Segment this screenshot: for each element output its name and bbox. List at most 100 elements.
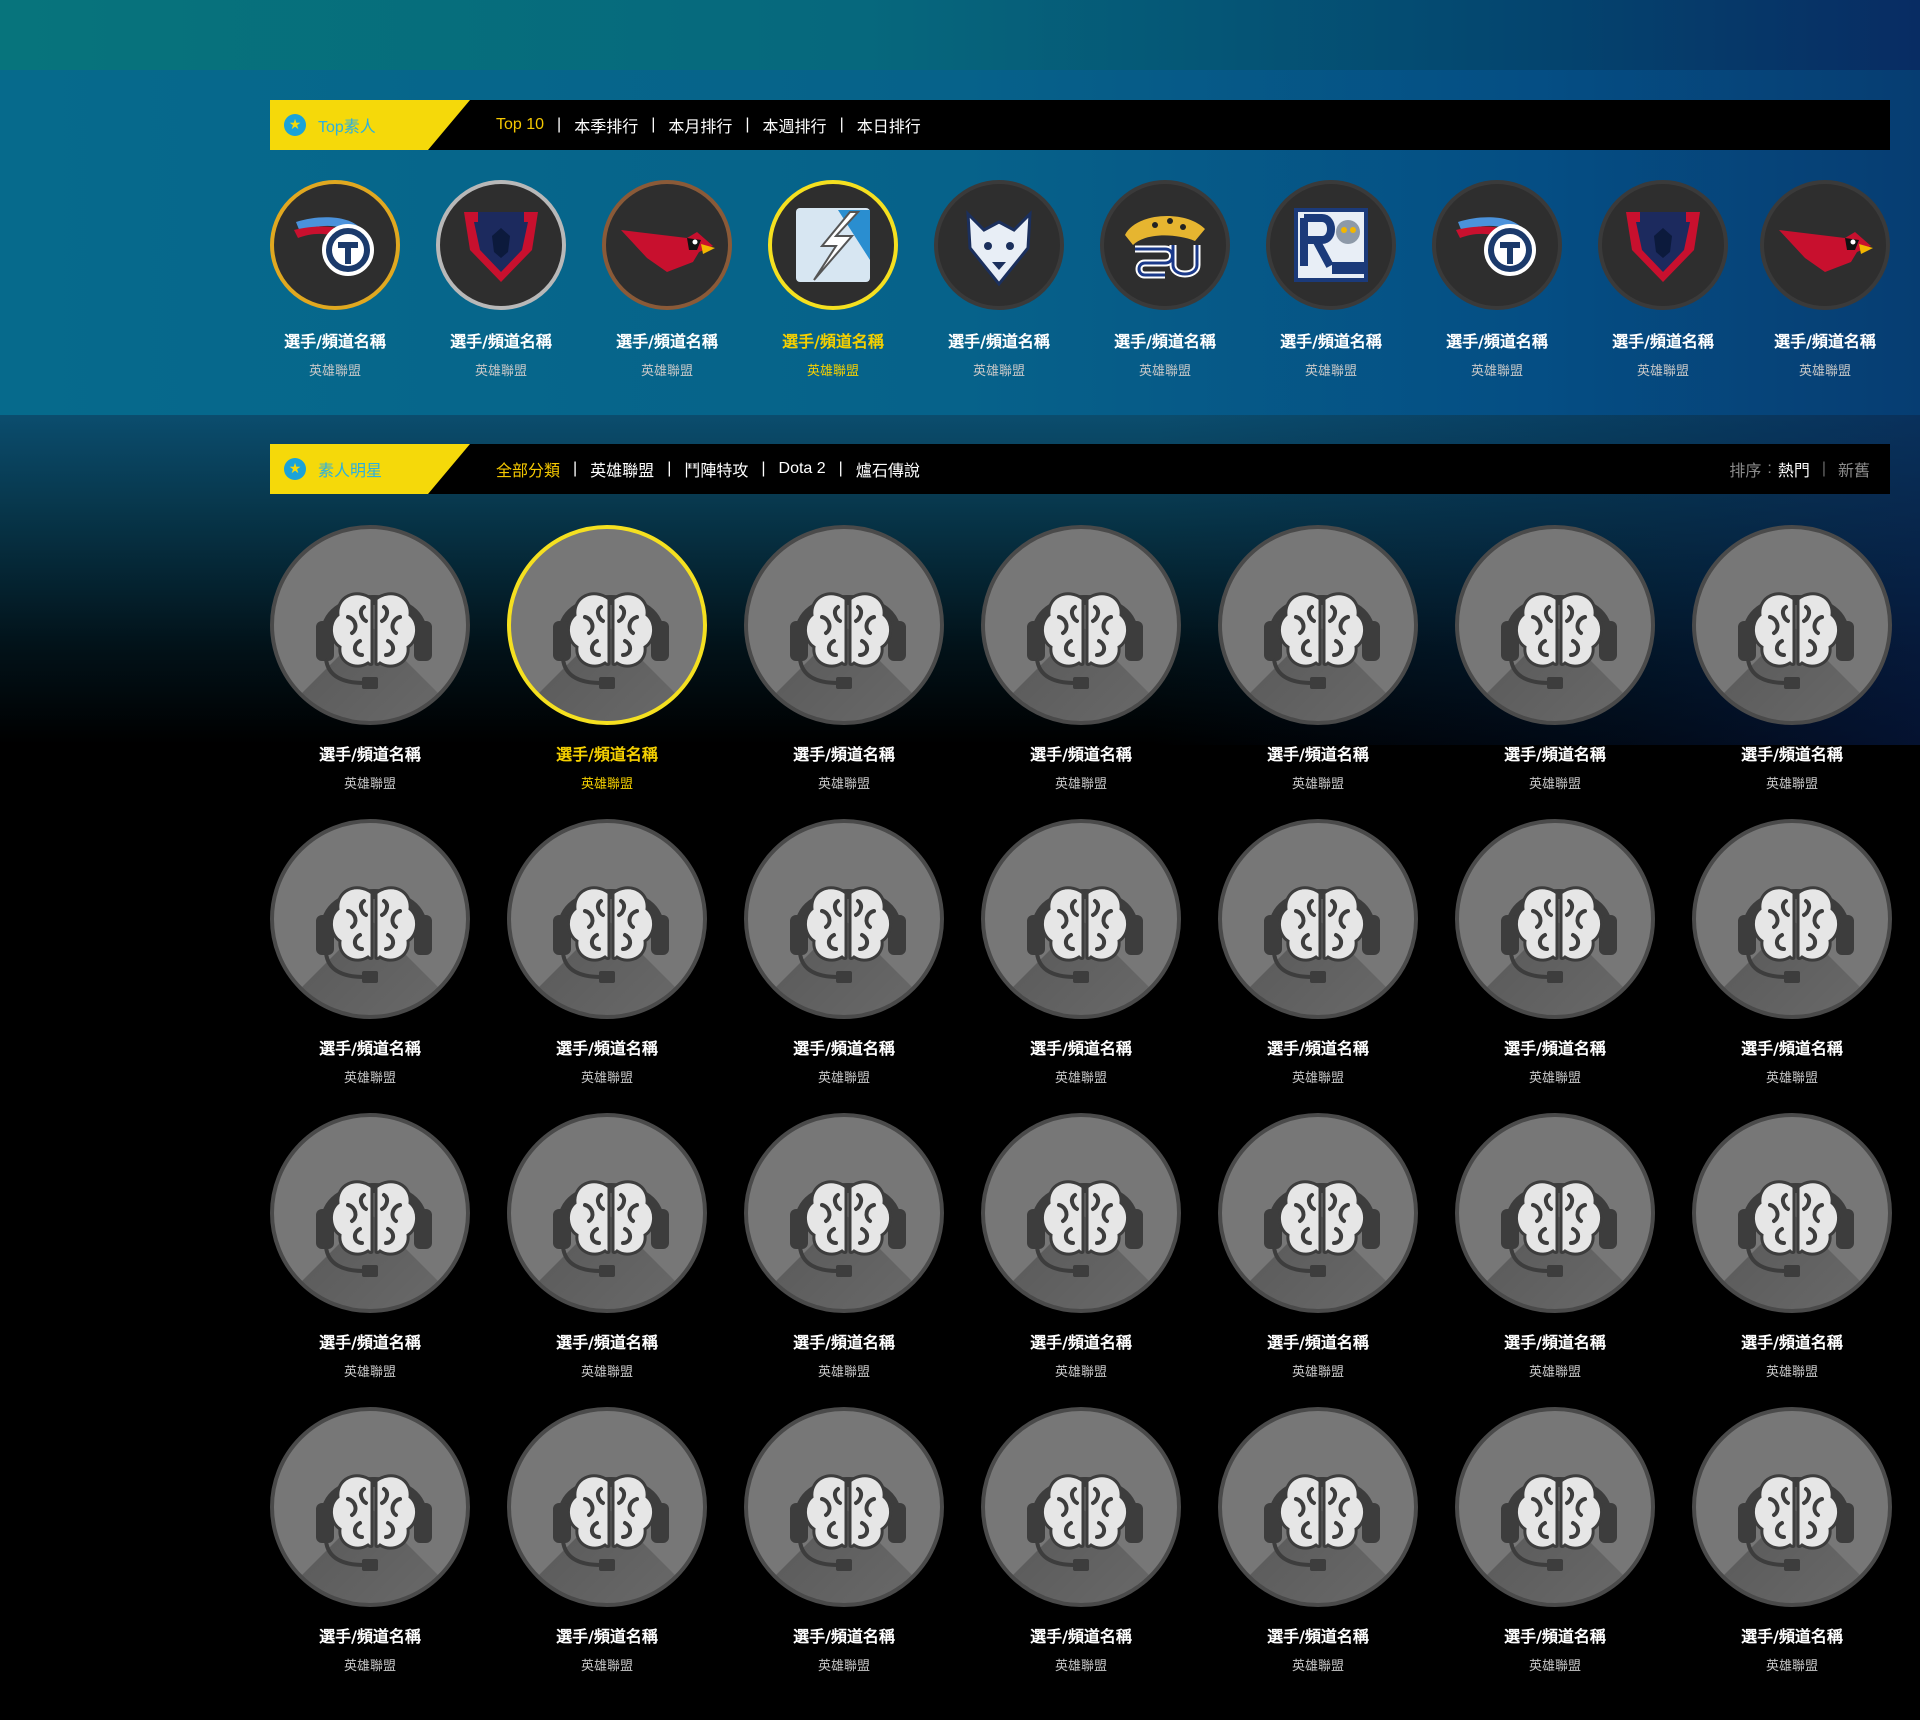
player-name[interactable]: 選手/頻道名稱 [981, 741, 1181, 765]
cardinal-logo-icon[interactable] [1760, 180, 1890, 310]
star-player-card[interactable]: 選手/頻道名稱 英雄聯盟 [1692, 819, 1892, 1086]
player-name[interactable]: 選手/頻道名稱 [981, 1623, 1181, 1647]
brain-headset-avatar-icon[interactable] [1218, 819, 1418, 1019]
top-ranking-item[interactable]: 選手/頻道名稱 英雄聯盟 [270, 180, 400, 379]
star-player-card[interactable]: 選手/頻道名稱 英雄聯盟 [744, 1407, 944, 1674]
top-ranking-item[interactable]: 選手/頻道名稱 英雄聯盟 [602, 180, 732, 379]
top-ranking-item[interactable]: 選手/頻道名稱 英雄聯盟 [768, 180, 898, 379]
player-name[interactable]: 選手/頻道名稱 [1760, 328, 1890, 352]
brain-headset-avatar-icon[interactable] [1692, 1407, 1892, 1607]
player-name[interactable]: 選手/頻道名稱 [768, 328, 898, 352]
star-player-card[interactable]: 選手/頻道名稱 英雄聯盟 [1218, 1407, 1418, 1674]
sort-newest-option[interactable]: 新舊 [1838, 457, 1870, 481]
player-name[interactable]: 選手/頻道名稱 [1218, 1329, 1418, 1353]
tab-league-of-legends[interactable]: 英雄聯盟 [590, 457, 654, 481]
titans-logo-icon[interactable] [1432, 180, 1562, 310]
husky-logo-icon[interactable] [934, 180, 1064, 310]
tab-dota-2[interactable]: Dota 2 [779, 460, 826, 478]
brain-headset-avatar-icon[interactable] [1455, 525, 1655, 725]
top-ranking-item[interactable]: 選手/頻道名稱 英雄聯盟 [934, 180, 1064, 379]
star-player-card[interactable]: 選手/頻道名稱 英雄聯盟 [507, 525, 707, 792]
star-player-card[interactable]: 選手/頻道名稱 英雄聯盟 [981, 819, 1181, 1086]
tab-all-categories[interactable]: 全部分類 [496, 457, 560, 481]
player-name[interactable]: 選手/頻道名稱 [744, 1623, 944, 1647]
tab-day-ranking[interactable]: 本日排行 [857, 113, 921, 137]
brain-headset-avatar-icon[interactable] [507, 1113, 707, 1313]
brain-headset-avatar-icon[interactable] [981, 525, 1181, 725]
star-player-card[interactable]: 選手/頻道名稱 英雄聯盟 [744, 819, 944, 1086]
star-player-card[interactable]: 選手/頻道名稱 英雄聯盟 [270, 525, 470, 792]
player-name[interactable]: 選手/頻道名稱 [1432, 328, 1562, 352]
player-name[interactable]: 選手/頻道名稱 [1455, 1623, 1655, 1647]
star-player-card[interactable]: 選手/頻道名稱 英雄聯盟 [744, 1113, 944, 1380]
cardinal-logo-icon[interactable] [602, 180, 732, 310]
top-ranking-item[interactable]: 選手/頻道名稱 英雄聯盟 [1100, 180, 1230, 379]
brain-headset-avatar-icon[interactable] [744, 819, 944, 1019]
tab-hearthstone[interactable]: 爐石傳說 [856, 457, 920, 481]
brain-headset-avatar-icon[interactable] [1455, 1113, 1655, 1313]
player-name[interactable]: 選手/頻道名稱 [602, 328, 732, 352]
player-name[interactable]: 選手/頻道名稱 [436, 328, 566, 352]
star-player-card[interactable]: 選手/頻道名稱 英雄聯盟 [507, 819, 707, 1086]
star-player-card[interactable]: 選手/頻道名稱 英雄聯盟 [1455, 819, 1655, 1086]
brain-headset-avatar-icon[interactable] [507, 1407, 707, 1607]
star-player-card[interactable]: 選手/頻道名稱 英雄聯盟 [981, 1407, 1181, 1674]
rice-owls-logo-icon[interactable] [1266, 180, 1396, 310]
player-name[interactable]: 選手/頻道名稱 [934, 328, 1064, 352]
player-name[interactable]: 選手/頻道名稱 [1218, 1035, 1418, 1059]
brain-headset-avatar-icon[interactable] [1692, 1113, 1892, 1313]
player-name[interactable]: 選手/頻道名稱 [1218, 1623, 1418, 1647]
star-player-card[interactable]: 選手/頻道名稱 英雄聯盟 [270, 1407, 470, 1674]
brain-headset-avatar-icon[interactable] [744, 1113, 944, 1313]
star-player-card[interactable]: 選手/頻道名稱 英雄聯盟 [1455, 1407, 1655, 1674]
player-name[interactable]: 選手/頻道名稱 [1455, 1329, 1655, 1353]
brain-headset-avatar-icon[interactable] [1692, 819, 1892, 1019]
player-name[interactable]: 選手/頻道名稱 [1218, 741, 1418, 765]
star-player-card[interactable]: 選手/頻道名稱 英雄聯盟 [1692, 525, 1892, 792]
player-name[interactable]: 選手/頻道名稱 [981, 1035, 1181, 1059]
player-name[interactable]: 選手/頻道名稱 [1455, 1035, 1655, 1059]
depaul-logo-icon[interactable] [1598, 180, 1728, 310]
star-player-card[interactable]: 選手/頻道名稱 英雄聯盟 [981, 525, 1181, 792]
player-name[interactable]: 選手/頻道名稱 [744, 741, 944, 765]
titans-logo-icon[interactable] [270, 180, 400, 310]
brain-headset-avatar-icon[interactable] [981, 1113, 1181, 1313]
player-name[interactable]: 選手/頻道名稱 [1692, 1623, 1892, 1647]
brain-headset-avatar-icon[interactable] [1218, 1113, 1418, 1313]
player-name[interactable]: 選手/頻道名稱 [270, 328, 400, 352]
depaul-logo-icon[interactable] [436, 180, 566, 310]
top-ranking-item[interactable]: 選手/頻道名稱 英雄聯盟 [436, 180, 566, 379]
brain-headset-avatar-icon[interactable] [507, 525, 707, 725]
brain-headset-avatar-icon[interactable] [981, 1407, 1181, 1607]
star-player-card[interactable]: 選手/頻道名稱 英雄聯盟 [270, 1113, 470, 1380]
brain-headset-avatar-icon[interactable] [744, 1407, 944, 1607]
star-player-card[interactable]: 選手/頻道名稱 英雄聯盟 [270, 819, 470, 1086]
brain-headset-avatar-icon[interactable] [744, 525, 944, 725]
sort-popular-option[interactable]: 熱門 [1778, 457, 1810, 481]
player-name[interactable]: 選手/頻道名稱 [270, 1329, 470, 1353]
player-name[interactable]: 選手/頻道名稱 [1598, 328, 1728, 352]
brain-headset-avatar-icon[interactable] [270, 819, 470, 1019]
top-ranking-item[interactable]: 選手/頻道名稱 英雄聯盟 [1432, 180, 1562, 379]
tab-overwatch[interactable]: 鬥陣特攻 [684, 457, 748, 481]
top-ranking-item[interactable]: 選手/頻道名稱 英雄聯盟 [1598, 180, 1728, 379]
brain-headset-avatar-icon[interactable] [507, 819, 707, 1019]
brain-headset-avatar-icon[interactable] [1218, 1407, 1418, 1607]
top-ranking-item[interactable]: 選手/頻道名稱 英雄聯盟 [1266, 180, 1396, 379]
player-name[interactable]: 選手/頻道名稱 [270, 741, 470, 765]
player-name[interactable]: 選手/頻道名稱 [1100, 328, 1230, 352]
tab-top-10[interactable]: Top 10 [496, 116, 544, 134]
brain-headset-avatar-icon[interactable] [981, 819, 1181, 1019]
star-player-card[interactable]: 選手/頻道名稱 英雄聯盟 [1455, 1113, 1655, 1380]
star-player-card[interactable]: 選手/頻道名稱 英雄聯盟 [1218, 819, 1418, 1086]
star-player-card[interactable]: 選手/頻道名稱 英雄聯盟 [981, 1113, 1181, 1380]
tab-month-ranking[interactable]: 本月排行 [668, 113, 732, 137]
player-name[interactable]: 選手/頻道名稱 [981, 1329, 1181, 1353]
jaguar-su-logo-icon[interactable] [1100, 180, 1230, 310]
player-name[interactable]: 選手/頻道名稱 [507, 741, 707, 765]
player-name[interactable]: 選手/頻道名稱 [744, 1329, 944, 1353]
player-name[interactable]: 選手/頻道名稱 [1266, 328, 1396, 352]
brain-headset-avatar-icon[interactable] [1455, 819, 1655, 1019]
brain-headset-avatar-icon[interactable] [270, 525, 470, 725]
player-name[interactable]: 選手/頻道名稱 [507, 1329, 707, 1353]
